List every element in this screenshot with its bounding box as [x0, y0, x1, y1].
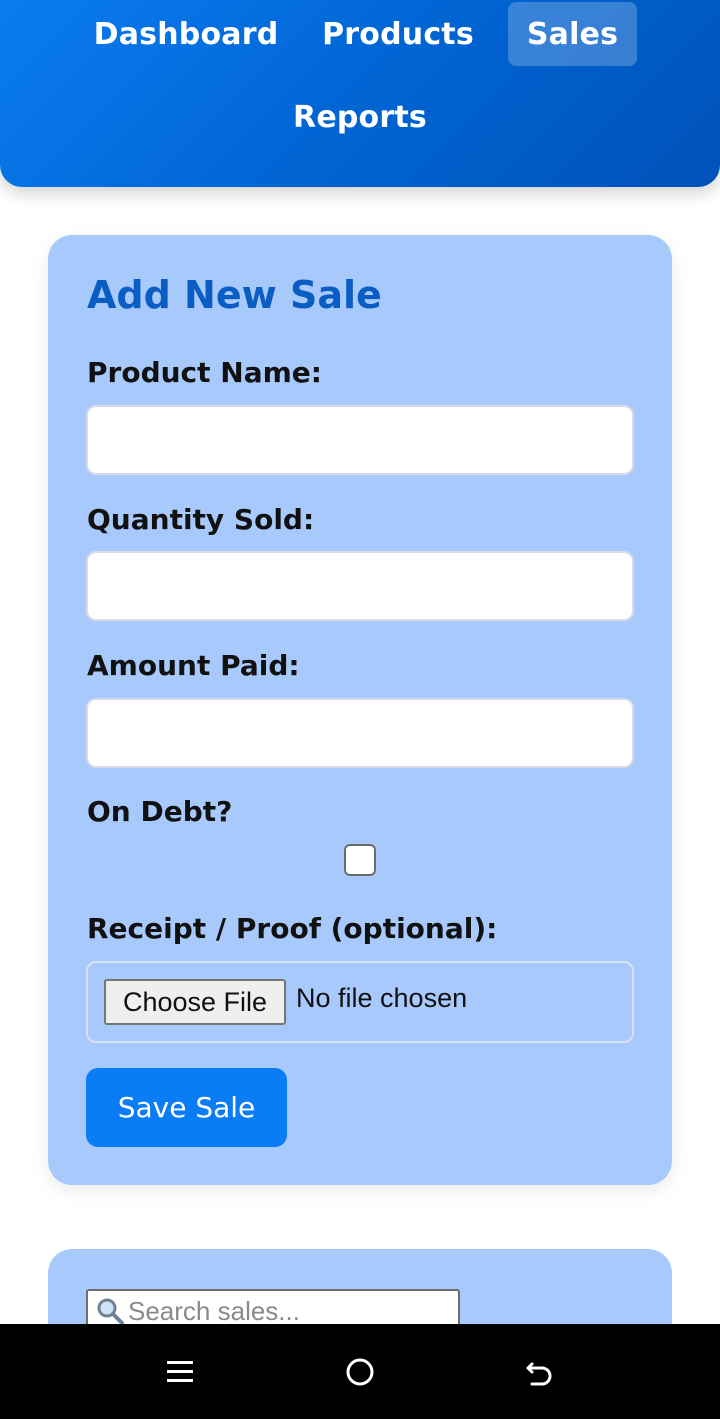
system-nav-bar: [0, 1324, 720, 1419]
receipt-label: Receipt / Proof (optional):: [87, 912, 498, 945]
top-nav: Dashboard Products Sales Reports: [0, 0, 720, 187]
quantity-sold-label: Quantity Sold:: [87, 503, 315, 536]
product-name-input[interactable]: [86, 405, 634, 475]
nav-item-products[interactable]: Products: [313, 2, 483, 66]
amount-paid-input[interactable]: [86, 698, 634, 768]
search-input[interactable]: [128, 1295, 448, 1327]
file-status-text: No file chosen: [296, 983, 468, 1013]
receipt-file-input: Choose File No file chosen: [86, 961, 634, 1043]
add-sale-form: Add New Sale Product Name: Quantity Sold…: [48, 235, 672, 1185]
nav-item-sales[interactable]: Sales: [508, 2, 637, 66]
menu-icon[interactable]: [160, 1352, 200, 1392]
quantity-sold-input[interactable]: [86, 551, 634, 621]
page: Dashboard Products Sales Reports Add New…: [0, 0, 720, 1419]
choose-file-button[interactable]: Choose File: [104, 979, 286, 1025]
form-title: Add New Sale: [87, 273, 382, 317]
nav-item-dashboard[interactable]: Dashboard: [86, 2, 286, 66]
nav-item-reports[interactable]: Reports: [280, 85, 440, 149]
save-sale-button[interactable]: Save Sale: [86, 1068, 287, 1147]
on-debt-label: On Debt?: [87, 795, 233, 828]
amount-paid-label: Amount Paid:: [87, 649, 300, 682]
on-debt-checkbox[interactable]: [344, 844, 376, 876]
home-icon[interactable]: [340, 1352, 380, 1392]
back-icon[interactable]: [520, 1352, 560, 1392]
product-name-label: Product Name:: [87, 356, 322, 389]
